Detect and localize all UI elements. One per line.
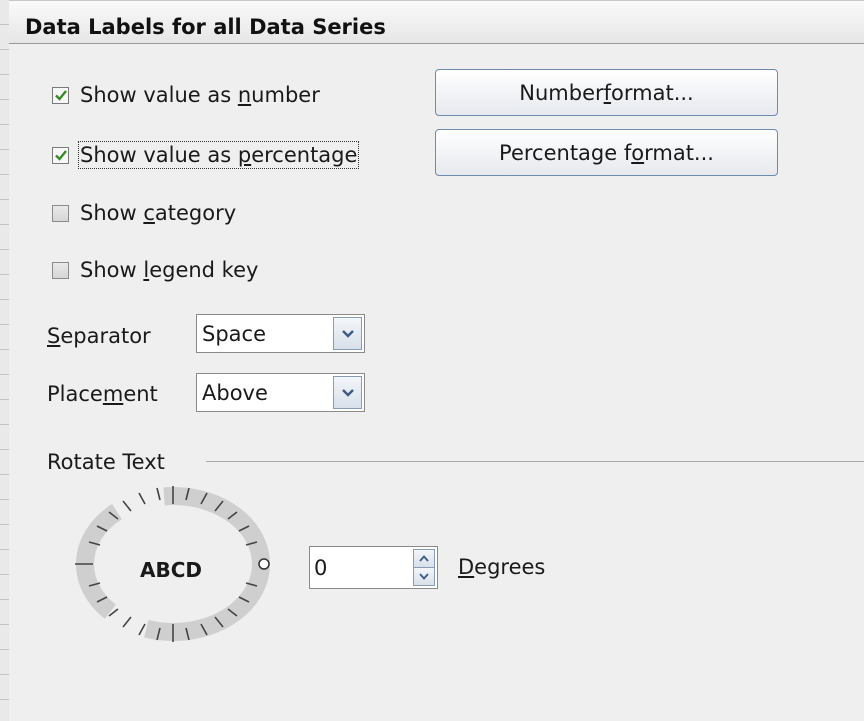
rotate-section-divider — [206, 461, 864, 462]
show-category-label: Show category — [80, 201, 237, 225]
dialog-content: Show value as number Show value as perce… — [9, 44, 864, 721]
chevron-down-icon — [341, 329, 354, 338]
degrees-spinbox[interactable]: 0 — [309, 546, 438, 589]
show-number-option[interactable]: Show value as number — [52, 80, 320, 110]
placement-label: Placement — [47, 382, 158, 406]
dialog-title-bar: Data Labels for all Data Series — [9, 0, 864, 44]
show-percentage-option[interactable]: Show value as percentage — [52, 140, 360, 170]
dialog-title: Data Labels for all Data Series — [25, 15, 386, 39]
show-number-checkbox[interactable] — [52, 86, 69, 104]
show-legend-key-label: Show legend key — [80, 258, 259, 282]
rotate-preview-text: ABCD — [140, 558, 203, 582]
placement-select[interactable]: Above — [196, 373, 365, 412]
show-legend-key-option[interactable]: Show legend key — [52, 255, 258, 285]
rotate-text-section-label: Rotate Text — [47, 450, 165, 474]
chevron-up-icon — [419, 555, 429, 562]
separator-dropdown-button[interactable] — [333, 317, 362, 350]
show-category-checkbox[interactable] — [52, 204, 69, 222]
chevron-down-icon — [341, 388, 354, 397]
degrees-increment-button[interactable] — [413, 549, 435, 567]
separator-value: Space — [202, 321, 266, 346]
checkmark-icon — [54, 150, 67, 161]
show-legend-key-checkbox[interactable] — [52, 261, 69, 279]
percentage-format-button[interactable]: Percentage f o rmat... — [435, 129, 778, 176]
show-percentage-checkbox[interactable] — [52, 146, 69, 164]
separator-select[interactable]: Space — [196, 314, 365, 353]
degrees-decrement-button[interactable] — [413, 567, 435, 586]
show-number-label: Show value as number — [80, 83, 320, 107]
separator-label: Separator — [47, 324, 151, 348]
number-format-button[interactable]: Number f ormat... — [435, 69, 778, 116]
show-percentage-label: Show value as percentage — [77, 141, 360, 169]
degrees-value[interactable]: 0 — [310, 556, 413, 580]
placement-dropdown-button[interactable] — [333, 376, 362, 409]
dial-handle[interactable] — [258, 558, 270, 570]
checkmark-icon — [54, 90, 67, 101]
degrees-label: Degrees — [458, 555, 546, 579]
show-category-option[interactable]: Show category — [52, 198, 236, 228]
placement-value: Above — [202, 380, 268, 405]
chevron-down-icon — [419, 573, 429, 580]
